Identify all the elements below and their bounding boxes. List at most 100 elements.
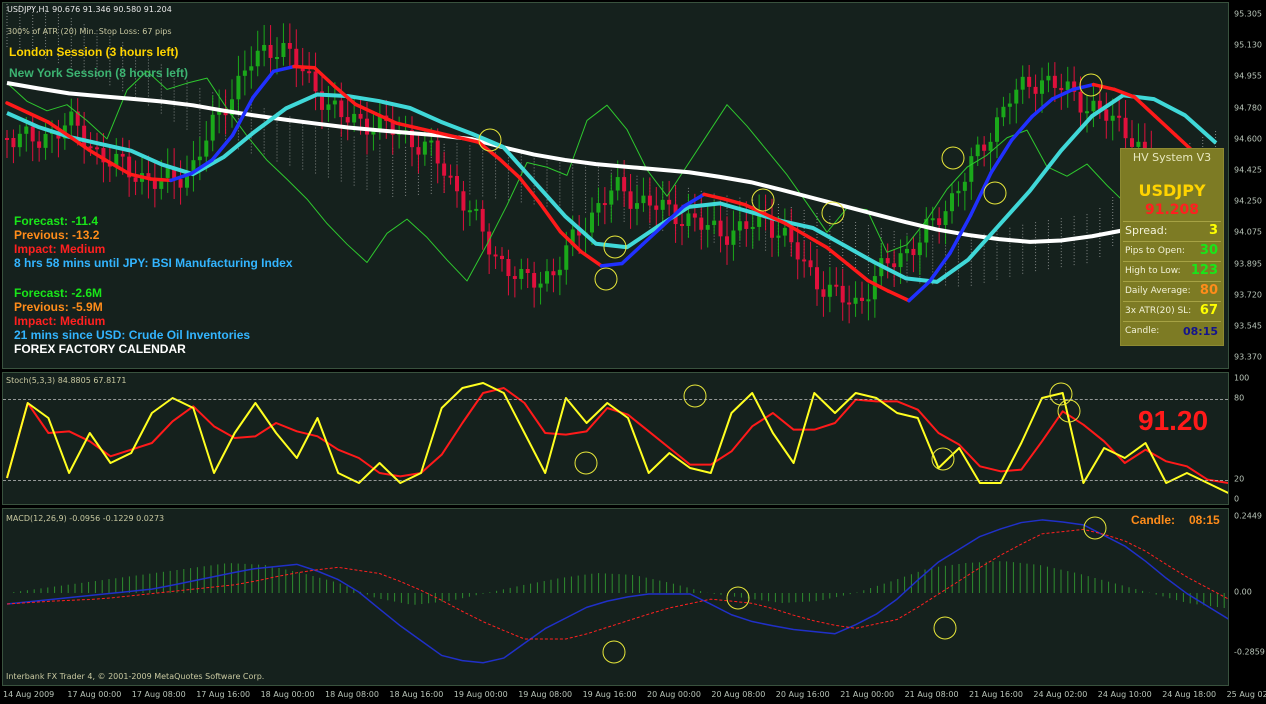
candle-body (1110, 115, 1115, 121)
candle-body (718, 220, 723, 237)
highlow-label: High to Low: (1125, 266, 1181, 276)
copyright: Interbank FX Trader 4, © 2001-2009 MetaQ… (6, 672, 265, 681)
candle-body (37, 141, 42, 148)
candle-body (281, 42, 286, 57)
candle-body (82, 125, 87, 147)
fast-ma-segment (353, 102, 378, 116)
panel-row-candle: Candle: 08:15 (1123, 321, 1221, 340)
candle-body (885, 258, 890, 264)
candle-body (242, 70, 247, 76)
newyork-session: New York Session (8 hours left) (9, 66, 188, 80)
candle-body (474, 208, 479, 211)
time-axis-label: 20 Aug 08:00 (711, 690, 766, 699)
fast-ma-segment (1050, 87, 1075, 101)
candle-body (1059, 87, 1064, 91)
candle-body (712, 220, 717, 226)
candle-body (11, 138, 16, 148)
candle-body (840, 285, 845, 303)
candle-body (789, 227, 794, 243)
candle-body (686, 213, 691, 227)
candle-body (1014, 89, 1019, 104)
candle-body (525, 268, 530, 274)
macd-canvas (6, 516, 1228, 664)
price-axis-label: 93.545 (1234, 321, 1262, 331)
price-axis-label: 94.955 (1234, 71, 1262, 81)
candle-body (795, 242, 800, 260)
fast-ma-segment (87, 148, 112, 165)
fast-ma-segment (968, 171, 993, 218)
time-axis-label: 18 Aug 16:00 (389, 690, 444, 699)
signal-circle (594, 267, 618, 291)
candle-body (950, 193, 954, 212)
candle-body (506, 259, 511, 277)
time-axis-label: 21 Aug 08:00 (904, 690, 959, 699)
macd-circle (933, 616, 957, 640)
fast-ma-segment (907, 279, 932, 303)
candle-body (930, 218, 935, 221)
time-axis-label: 24 Aug 10:00 (1097, 690, 1152, 699)
candle-body (680, 224, 684, 227)
macd-circle (1083, 516, 1107, 540)
candle-body (802, 259, 807, 262)
stoch-big-price: 91.20 (1138, 405, 1209, 436)
candle-body (982, 144, 987, 151)
candle-body (287, 42, 292, 49)
candle-body (1117, 115, 1122, 118)
candle-body (590, 212, 594, 233)
candle-body (538, 283, 543, 288)
fast-ma-segment (702, 192, 727, 201)
macd-candle-value: 08:15 (1189, 513, 1220, 527)
stoch-axis: 100 80 20 0 (1230, 372, 1266, 505)
candle-body (1130, 138, 1134, 147)
signal-circle (941, 146, 965, 170)
time-axis-label: 21 Aug 16:00 (969, 690, 1023, 699)
stoch-axis-80: 80 (1234, 393, 1245, 403)
stochastic-canvas (6, 382, 1228, 494)
fast-ma-segment (312, 65, 337, 89)
price-axis-label: 93.370 (1234, 352, 1262, 362)
price-axis-label: 94.780 (1234, 103, 1262, 113)
price-chart-pane[interactable]: USDJPY,H1 90.676 91.346 90.580 91.204 30… (2, 2, 1229, 369)
candle-body (699, 217, 704, 230)
fast-ma-segment (579, 249, 604, 268)
pips-value: 30 (1199, 243, 1218, 258)
candle-body (332, 100, 337, 105)
candle-body (197, 156, 202, 161)
stoch-signal-line (6, 387, 1228, 484)
time-axis-label: 25 Aug 02:00 (1226, 690, 1266, 699)
candle-body (628, 191, 633, 209)
candle-body (5, 138, 9, 140)
macd-circle (726, 586, 750, 610)
panel-row-highlow: High to Low: 123 (1123, 261, 1221, 280)
candle-body (461, 191, 466, 211)
candle-body (602, 203, 607, 206)
stoch-axis-0: 0 (1234, 494, 1240, 504)
news1-impact: Impact: Medium (14, 242, 106, 256)
candle-body (692, 213, 697, 218)
news2-forecast: Forecast: -2.6M (14, 286, 103, 300)
candle-body (564, 245, 569, 270)
candle-body (236, 75, 241, 100)
candle-body (1052, 75, 1057, 88)
candle-body (834, 284, 839, 287)
candle-body (615, 177, 620, 191)
candle-body (847, 302, 852, 305)
candle-body (647, 195, 652, 206)
stochastic-pane[interactable]: Stoch(5,3,3) 84.8805 67.8171 91.20 (2, 372, 1229, 505)
news1-forecast: Forecast: -11.4 (14, 214, 99, 228)
news1-previous: Previous: -13.2 (14, 228, 100, 242)
stoch-level-20 (3, 480, 1228, 481)
candle-body (262, 44, 267, 51)
candle-body (120, 153, 125, 157)
candle-body (969, 156, 974, 182)
candle-body (255, 50, 260, 67)
candle-body (988, 141, 993, 151)
fast-ma-segment (251, 69, 276, 100)
candle-body (307, 71, 312, 74)
fast-ma-segment (661, 204, 686, 228)
candle-body (455, 176, 459, 192)
price-axis-label: 95.305 (1234, 9, 1262, 19)
fast-ma-segment (927, 251, 952, 284)
candle-body (512, 276, 517, 279)
macd-pane[interactable]: MACD(12,26,9) -0.0956 -0.1229 0.0273 Can… (2, 508, 1229, 686)
